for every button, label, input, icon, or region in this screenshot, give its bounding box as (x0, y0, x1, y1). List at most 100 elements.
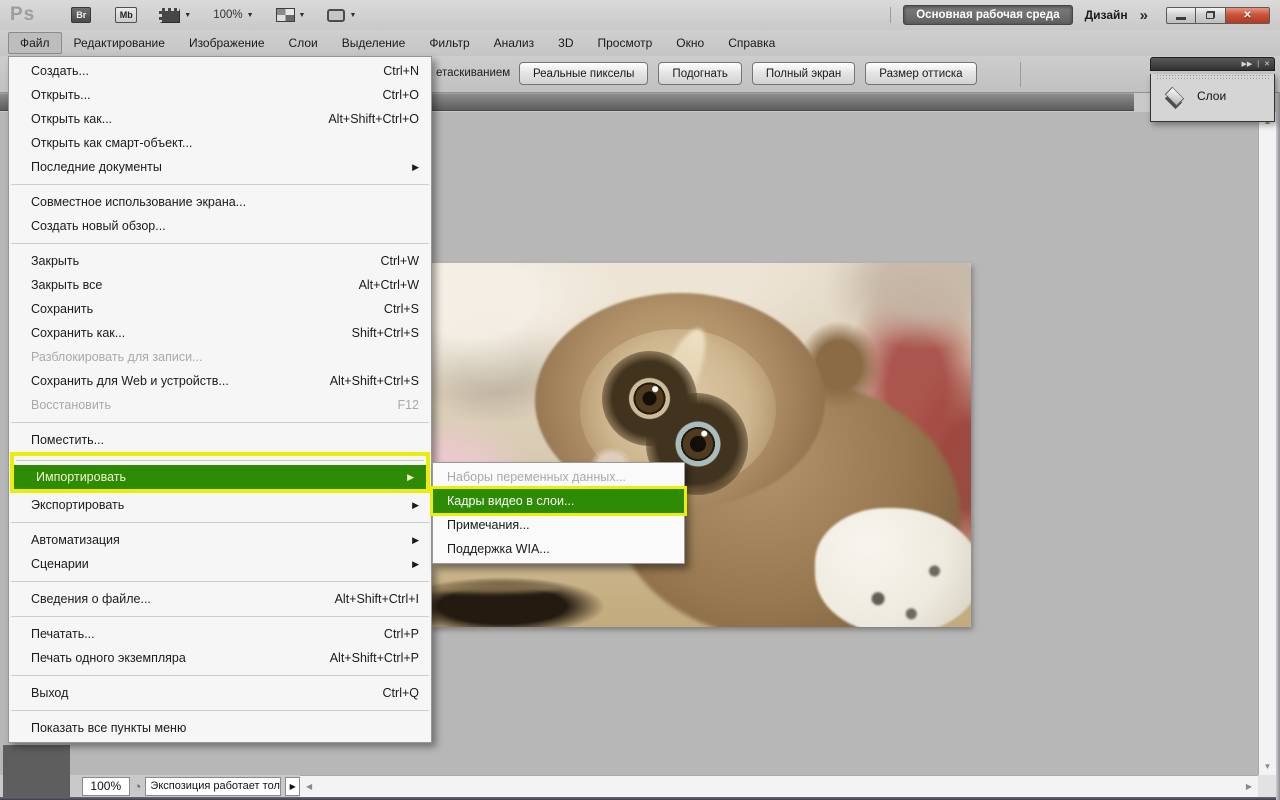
panel-grip-texture[interactable] (1156, 74, 1269, 81)
vertical-scrollbar[interactable]: ▲ ▼ (1258, 112, 1276, 775)
layers-panel-body: Слои (1150, 74, 1275, 122)
photoshop-window: Ps Br Mb ▼ 100% ▼ ▼ ▼ Основная рабочая с… (0, 0, 1280, 800)
workspace-design-button[interactable]: Дизайн (1085, 8, 1128, 22)
workspace-overflow-chevron[interactable]: » (1140, 7, 1148, 24)
mini-bridge-launcher[interactable]: ▼ (159, 8, 191, 23)
zoom-option-buttons: Реальные пикселы Подогнать Полный экран … (519, 62, 977, 85)
menu-item-export[interactable]: Экспортировать▶ (9, 493, 431, 517)
print-size-button[interactable]: Размер оттиска (865, 62, 976, 85)
workspace-button[interactable]: Основная рабочая среда (903, 5, 1072, 25)
submenu-item-video-frames-to-layers[interactable]: Кадры видео в слои... (433, 489, 684, 513)
menu-item-scripts[interactable]: Сценарии▶ (9, 552, 431, 576)
menu-edit[interactable]: Редактирование (62, 32, 177, 54)
submenu-item-wia-support[interactable]: Поддержка WIA... (433, 537, 684, 561)
menu-select[interactable]: Выделение (330, 32, 418, 54)
menu-item-label: Сохранить как... (31, 326, 125, 340)
menu-item-recent-documents[interactable]: Последние документы▶ (9, 155, 431, 179)
zoom-level-control[interactable]: 100% ▼ (213, 9, 253, 21)
menu-item-label: Поместить... (31, 433, 104, 447)
menu-analysis[interactable]: Анализ (482, 32, 547, 54)
minimize-button[interactable] (1166, 7, 1196, 24)
menu-item-label: Открыть как смарт-объект... (31, 136, 192, 150)
status-bar: 100% ◔ Экспозиция работает только ... ▶ (70, 775, 300, 797)
menu-item-shortcut: Alt+Ctrl+W (359, 278, 419, 292)
chevron-down-icon: ▼ (247, 12, 254, 19)
menu-item-print-one-copy[interactable]: Печать одного экземпляраAlt+Shift+Ctrl+P (9, 646, 431, 670)
chevron-down-icon: ▼ (299, 12, 306, 19)
screen-mode-control[interactable]: ▼ (327, 9, 356, 22)
scroll-right-icon[interactable]: ▶ (1246, 783, 1252, 791)
menu-view[interactable]: Просмотр (585, 32, 664, 54)
menu-3d[interactable]: 3D (546, 32, 585, 54)
horizontal-scrollbar[interactable]: ◀ ▶ (300, 775, 1258, 797)
scroll-down-icon[interactable]: ▼ (1264, 763, 1272, 771)
menu-separator (11, 243, 429, 244)
menu-image[interactable]: Изображение (177, 32, 277, 54)
restore-icon (1206, 11, 1215, 19)
menu-window[interactable]: Окно (664, 32, 716, 54)
menu-item-shortcut: Ctrl+N (383, 64, 419, 78)
menu-item-close-all[interactable]: Закрыть всеAlt+Ctrl+W (9, 273, 431, 297)
menu-item-exit[interactable]: ВыходCtrl+Q (9, 681, 431, 705)
menu-item-import[interactable]: Импортировать▶ (14, 465, 426, 489)
mini-bridge-button[interactable]: Mb (115, 7, 137, 23)
menu-help[interactable]: Справка (716, 32, 787, 54)
menu-item-automate[interactable]: Автоматизация ▶ (9, 528, 431, 552)
status-expand-button[interactable]: ▶ (285, 777, 300, 796)
menu-item-save[interactable]: СохранитьCtrl+S (9, 297, 431, 321)
menu-file[interactable]: Файл (8, 32, 62, 54)
menu-item-new[interactable]: Создать... Ctrl+N (9, 59, 431, 83)
menu-item-check-in: Разблокировать для записи... (9, 345, 431, 369)
menu-item-shortcut: Alt+Shift+Ctrl+I (335, 592, 419, 606)
menu-item-label: Печать одного экземпляра (31, 651, 186, 665)
scrubby-zoom-label: етаскиванием (436, 67, 510, 79)
panel-header-divider: | (1257, 61, 1259, 68)
panel-close-icon[interactable]: ✕ (1264, 60, 1270, 68)
menu-item-open[interactable]: Открыть...Ctrl+O (9, 83, 431, 107)
menu-item-open-as-smart-object[interactable]: Открыть как смарт-объект... (9, 131, 431, 155)
ps-logo-icon: Ps (10, 4, 35, 26)
file-menu-dropdown: Создать... Ctrl+N Открыть...Ctrl+O Открыт… (8, 56, 432, 743)
panel-collapse-icon[interactable]: ▶▶ (1242, 60, 1253, 68)
status-zoom-field[interactable]: 100% (82, 777, 130, 796)
menu-item-share-screen[interactable]: Совместное использование экрана... (9, 190, 431, 214)
menu-layers[interactable]: Слои (277, 32, 330, 54)
menu-item-file-info[interactable]: Сведения о файле...Alt+Shift+Ctrl+I (9, 587, 431, 611)
fit-screen-button[interactable]: Подогнать (658, 62, 741, 85)
menu-item-shortcut: Ctrl+P (384, 627, 419, 641)
bridge-button[interactable]: Br (71, 7, 91, 23)
submenu-item-label: Кадры видео в слои... (447, 494, 574, 508)
menu-filter[interactable]: Фильтр (417, 32, 481, 54)
menu-item-save-as[interactable]: Сохранить как...Shift+Ctrl+S (9, 321, 431, 345)
submenu-arrow-icon: ▶ (412, 535, 419, 546)
menu-separator (11, 675, 429, 676)
arrange-documents-control[interactable]: ▼ (276, 8, 306, 22)
import-submenu: Наборы переменных данных... Кадры видео … (432, 462, 685, 564)
actual-pixels-button[interactable]: Реальные пикселы (519, 62, 648, 85)
menu-separator (11, 422, 429, 423)
menu-item-label: Экспортировать (31, 498, 124, 512)
menu-item-create-new-review[interactable]: Создать новый обзор... (9, 214, 431, 238)
menu-item-print[interactable]: Печатать...Ctrl+P (9, 622, 431, 646)
version-cue-icon[interactable]: ◔ (134, 779, 142, 794)
scroll-left-icon[interactable]: ◀ (306, 783, 312, 791)
menu-item-save-for-web[interactable]: Сохранить для Web и устройств...Alt+Shif… (9, 369, 431, 393)
menu-item-place[interactable]: Поместить... (9, 428, 431, 452)
menu-separator (11, 616, 429, 617)
submenu-item-notes[interactable]: Примечания... (433, 513, 684, 537)
screen-mode-icon (327, 9, 345, 22)
menu-item-label: Создать новый обзор... (31, 219, 166, 233)
menu-item-shortcut: Ctrl+W (380, 254, 419, 268)
menu-item-label: Создать... (31, 64, 89, 78)
menu-item-label: Автоматизация (31, 533, 120, 547)
menu-item-label: Сохранить (31, 302, 93, 316)
menu-item-open-as[interactable]: Открыть как...Alt+Shift+Ctrl+O (9, 107, 431, 131)
fill-screen-button[interactable]: Полный экран (752, 62, 855, 85)
menu-item-label: Восстановить (31, 398, 111, 412)
menu-item-show-all-menu-items[interactable]: Показать все пункты меню (9, 716, 431, 740)
menu-item-close[interactable]: ЗакрытьCtrl+W (9, 249, 431, 273)
restore-button[interactable] (1196, 7, 1226, 24)
close-button[interactable]: ✕ (1226, 7, 1270, 24)
chevron-down-icon: ▼ (349, 12, 356, 19)
layers-panel-tab[interactable]: Слои (1151, 81, 1274, 105)
